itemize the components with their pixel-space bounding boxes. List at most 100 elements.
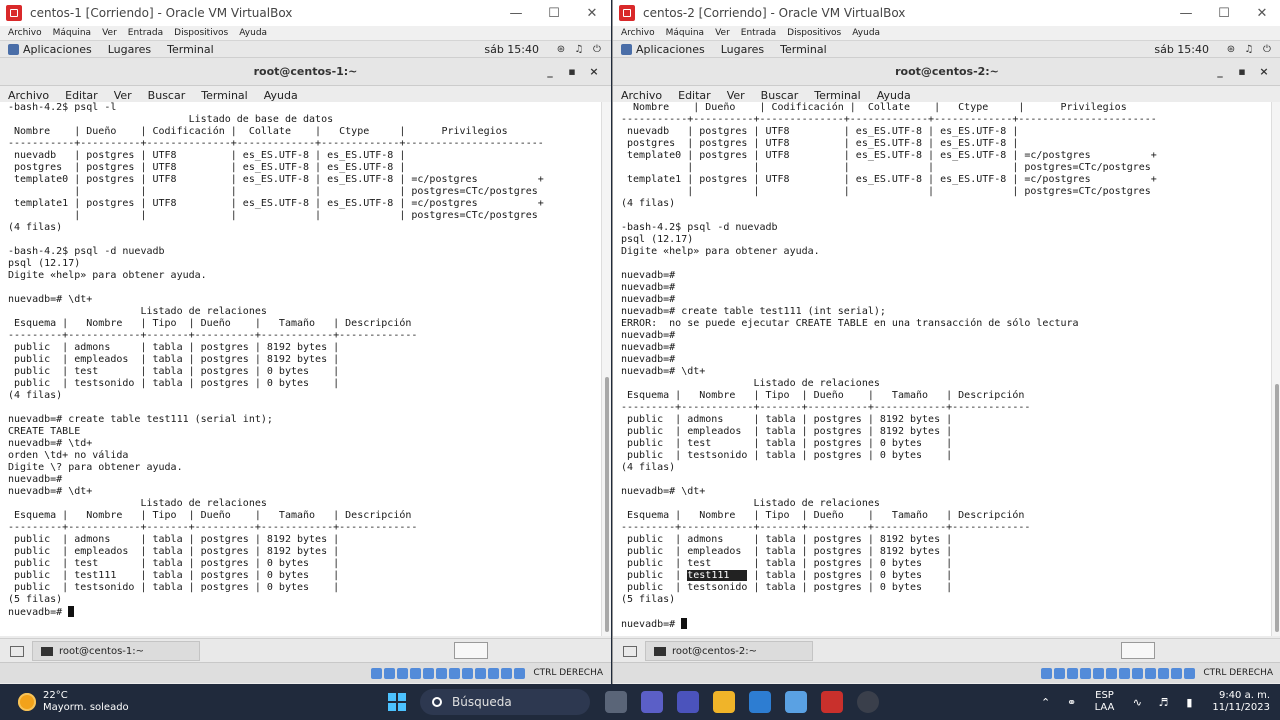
- microphone-icon[interactable]: ⚭: [1064, 696, 1080, 709]
- terminal-maximize-button[interactable]: ▪: [1231, 65, 1253, 78]
- store-icon[interactable]: [749, 691, 771, 713]
- terminal-menu-ver[interactable]: Ver: [114, 89, 132, 102]
- terminal-minimize-button[interactable]: _: [1209, 65, 1231, 78]
- host-key-label: CTRL DERECHA: [533, 668, 603, 678]
- menu-archivo[interactable]: Archivo: [621, 28, 655, 38]
- show-desktop-icon[interactable]: [623, 645, 637, 657]
- terminal-close-button[interactable]: ×: [583, 65, 605, 78]
- chat-icon[interactable]: [641, 691, 663, 713]
- gnome-foot-icon: [621, 43, 632, 55]
- minimize-button[interactable]: —: [497, 6, 535, 21]
- show-desktop-icon[interactable]: [10, 645, 24, 657]
- gnome-top-bar: Aplicaciones Lugares Terminal sáb 15:40 …: [0, 41, 611, 58]
- chevron-up-icon[interactable]: ⌃: [1038, 696, 1054, 709]
- terminal-close-button[interactable]: ×: [1253, 65, 1275, 78]
- places-menu[interactable]: Lugares: [721, 43, 764, 56]
- recorder-icon[interactable]: [857, 691, 879, 713]
- window-list-item[interactable]: root@centos-1:~: [32, 641, 200, 661]
- keyboard-layout: LAA: [1094, 702, 1115, 713]
- virtualbox-app-icon[interactable]: [785, 691, 807, 713]
- maximize-button[interactable]: ☐: [1205, 6, 1243, 21]
- terminal-menu[interactable]: Terminal: [780, 43, 827, 56]
- applications-menu[interactable]: Aplicaciones: [8, 43, 92, 56]
- menu-dispositivos[interactable]: Dispositivos: [787, 28, 841, 38]
- terminal-scrollbar[interactable]: [1271, 102, 1280, 636]
- terminal-titlebar[interactable]: root@centos-1:~ _ ▪ ×: [0, 58, 611, 86]
- menu-ayuda[interactable]: Ayuda: [852, 28, 880, 38]
- terminal-menu-buscar[interactable]: Buscar: [761, 89, 799, 102]
- virtualbox-vm-icon[interactable]: [821, 691, 843, 713]
- terminal-prompt: nuevadb=#: [8, 607, 69, 618]
- start-button[interactable]: [388, 693, 406, 711]
- minimize-button[interactable]: —: [1167, 6, 1205, 21]
- terminal-menu-editar[interactable]: Editar: [678, 89, 711, 102]
- menu-ver[interactable]: Ver: [715, 28, 730, 38]
- system-clock[interactable]: 9:40 a. m. 11/11/2023: [1212, 690, 1270, 714]
- applications-menu[interactable]: Aplicaciones: [621, 43, 705, 56]
- selected-text[interactable]: test111: [687, 570, 748, 581]
- window-list-item[interactable]: root@centos-2:~: [645, 641, 813, 661]
- terminal-menu-archivo[interactable]: Archivo: [621, 89, 662, 102]
- menu-entrada[interactable]: Entrada: [741, 28, 776, 38]
- terminal-titlebar[interactable]: root@centos-2:~ _ ▪ ×: [613, 58, 1280, 86]
- terminal-text: -bash-4.2$ psql -l Listado de base de da…: [8, 102, 544, 605]
- menu-archivo[interactable]: Archivo: [8, 28, 42, 38]
- menu-ver[interactable]: Ver: [102, 28, 117, 38]
- terminal-menu-terminal[interactable]: Terminal: [201, 89, 248, 102]
- network-icon[interactable]: ⊛: [1225, 44, 1237, 55]
- menu-entrada[interactable]: Entrada: [128, 28, 163, 38]
- wifi-icon[interactable]: ∿: [1129, 696, 1145, 709]
- vbox-statusbar: CTRL DERECHA: [0, 662, 611, 683]
- vm-titlebar[interactable]: centos-2 [Corriendo] - Oracle VM Virtual…: [613, 0, 1280, 26]
- file-explorer-icon[interactable]: [713, 691, 735, 713]
- vm-window-centos-1[interactable]: centos-1 [Corriendo] - Oracle VM Virtual…: [0, 0, 611, 684]
- terminal-menu-ayuda[interactable]: Ayuda: [264, 89, 298, 102]
- menu-maquina[interactable]: Máquina: [666, 28, 704, 38]
- maximize-button[interactable]: ☐: [535, 6, 573, 21]
- window-list-label: root@centos-1:~: [59, 645, 145, 657]
- scrollbar-thumb[interactable]: [605, 377, 609, 632]
- battery-icon[interactable]: ▮: [1181, 696, 1197, 709]
- gnome-clock[interactable]: sáb 15:40: [1154, 43, 1209, 56]
- terminal-menu[interactable]: Terminal: [167, 43, 214, 56]
- terminal-menu-archivo[interactable]: Archivo: [8, 89, 49, 102]
- terminal-menu-terminal[interactable]: Terminal: [814, 89, 861, 102]
- close-button[interactable]: ✕: [1243, 6, 1280, 21]
- terminal-output[interactable]: Nombre | Dueño | Codificación | Collate …: [613, 102, 1272, 636]
- sun-icon: [18, 693, 36, 711]
- terminal-output[interactable]: -bash-4.2$ psql -l Listado de base de da…: [0, 102, 602, 636]
- virtualbox-icon: [6, 5, 22, 21]
- vm-titlebar[interactable]: centos-1 [Corriendo] - Oracle VM Virtual…: [0, 0, 611, 26]
- device-status-icons[interactable]: [1041, 667, 1197, 679]
- network-icon[interactable]: ⊛: [555, 44, 567, 55]
- task-view-icon[interactable]: [605, 691, 627, 713]
- search-box[interactable]: Búsqueda: [420, 689, 590, 715]
- close-button[interactable]: ✕: [573, 6, 611, 21]
- power-icon[interactable]: ⏻: [591, 44, 603, 55]
- places-menu[interactable]: Lugares: [108, 43, 151, 56]
- power-icon[interactable]: ⏻: [1261, 44, 1273, 55]
- volume-icon[interactable]: ♫: [573, 44, 585, 55]
- device-status-icons[interactable]: [371, 667, 527, 679]
- terminal-scrollbar[interactable]: [601, 102, 611, 636]
- workspace-switcher[interactable]: [1121, 642, 1155, 659]
- workspace-switcher[interactable]: [454, 642, 488, 659]
- language-indicator[interactable]: ESP LAA: [1095, 690, 1115, 714]
- terminal-menu-ver[interactable]: Ver: [727, 89, 745, 102]
- scrollbar-thumb[interactable]: [1275, 384, 1279, 632]
- terminal-minimize-button[interactable]: _: [539, 65, 561, 78]
- terminal-menu-ayuda[interactable]: Ayuda: [877, 89, 911, 102]
- search-icon: [432, 697, 442, 707]
- volume-icon[interactable]: ♫: [1243, 44, 1255, 55]
- menu-dispositivos[interactable]: Dispositivos: [174, 28, 228, 38]
- terminal-maximize-button[interactable]: ▪: [561, 65, 583, 78]
- gnome-clock[interactable]: sáb 15:40: [484, 43, 539, 56]
- speaker-icon[interactable]: ♬: [1155, 696, 1171, 709]
- terminal-menu-editar[interactable]: Editar: [65, 89, 98, 102]
- weather-widget[interactable]: 22°C Mayorm. soleado: [0, 690, 198, 714]
- teams-icon[interactable]: [677, 691, 699, 713]
- terminal-menu-buscar[interactable]: Buscar: [148, 89, 186, 102]
- menu-maquina[interactable]: Máquina: [53, 28, 91, 38]
- vm-window-centos-2[interactable]: centos-2 [Corriendo] - Oracle VM Virtual…: [612, 0, 1280, 684]
- menu-ayuda[interactable]: Ayuda: [239, 28, 267, 38]
